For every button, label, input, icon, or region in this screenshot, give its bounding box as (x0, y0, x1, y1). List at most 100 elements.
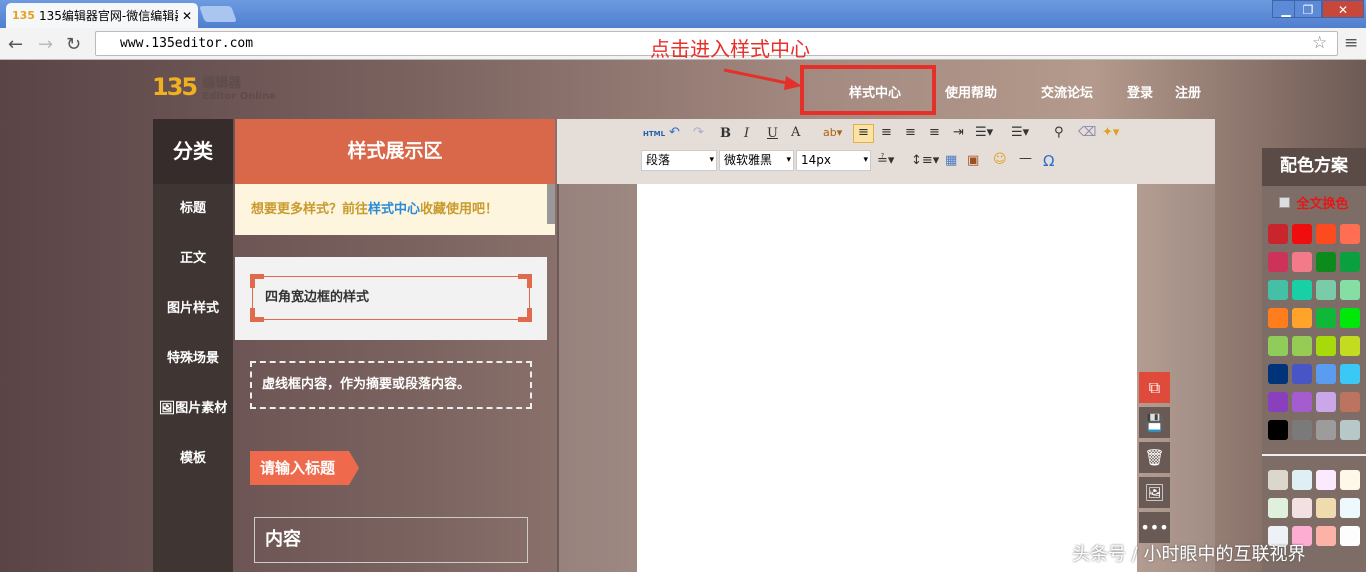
color-swatch[interactable] (1292, 420, 1312, 440)
restore-button[interactable]: ❐ (1294, 0, 1322, 18)
table-icon[interactable]: ▦ (945, 153, 957, 168)
color-swatch[interactable] (1292, 252, 1312, 272)
style-card-content[interactable]: 内容 (254, 517, 528, 563)
size-select[interactable]: 14px (796, 150, 871, 171)
bookmark-star-icon[interactable]: ☆ (1312, 33, 1327, 53)
bullet-list-icon[interactable]: ☰▾ (975, 125, 993, 140)
style-panel-scrollbar[interactable] (547, 184, 555, 224)
color-swatch[interactable] (1316, 392, 1336, 412)
justify-icon[interactable]: ≡ (929, 125, 940, 140)
color-swatch[interactable] (1292, 392, 1312, 412)
color-swatch[interactable] (1340, 392, 1360, 412)
color-swatch[interactable] (1340, 252, 1360, 272)
indent-icon[interactable]: ⇥ (953, 125, 964, 140)
color-swatch[interactable] (1316, 280, 1336, 300)
magic-wand-icon[interactable]: ✦▾ (1102, 125, 1119, 140)
redo-icon[interactable]: ↷ (693, 125, 704, 140)
color-swatch[interactable] (1316, 252, 1336, 272)
color-swatch[interactable] (1292, 364, 1312, 384)
back-icon[interactable]: ← (8, 34, 23, 55)
logo[interactable]: 135 编辑器 Editor Online (152, 72, 276, 102)
color-swatch[interactable] (1268, 420, 1288, 440)
category-body-item[interactable]: 正文 (153, 234, 233, 284)
color-swatch[interactable] (1316, 470, 1336, 490)
color-swatch[interactable] (1316, 308, 1336, 328)
underline-button[interactable]: U (767, 126, 778, 141)
color-swatch[interactable] (1340, 336, 1360, 356)
color-swatch[interactable] (1340, 364, 1360, 384)
align-right-icon[interactable]: ≡ (905, 125, 916, 140)
align-center-icon[interactable]: ≡ (881, 125, 892, 140)
numbered-list-icon[interactable]: ☰▾ (1011, 125, 1029, 140)
category-image-style[interactable]: 图片样式 (153, 284, 233, 334)
color-swatch[interactable] (1292, 308, 1312, 328)
color-swatch[interactable] (1268, 364, 1288, 384)
color-swatch[interactable] (1316, 364, 1336, 384)
italic-button[interactable]: I (744, 126, 749, 141)
find-icon[interactable]: ⚲ (1054, 125, 1064, 140)
nav-style-center[interactable]: 样式中心 (849, 82, 901, 101)
eraser-icon[interactable]: ⌫ (1078, 125, 1096, 140)
nav-help[interactable]: 使用帮助 (945, 82, 997, 101)
reload-icon[interactable]: ↻ (66, 34, 81, 55)
style-card-corner-frame[interactable]: 四角宽边框的样式 (235, 257, 547, 340)
color-swatch[interactable] (1268, 280, 1288, 300)
close-tab-icon[interactable]: ✕ (182, 9, 192, 23)
color-swatch[interactable] (1340, 526, 1360, 546)
color-swatch[interactable] (1268, 470, 1288, 490)
nav-register[interactable]: 注册 (1175, 82, 1201, 101)
color-swatch[interactable] (1340, 280, 1360, 300)
category-image-material[interactable]: 🖼图片素材 (153, 384, 233, 434)
color-swatch[interactable] (1316, 498, 1336, 518)
style-card-title[interactable]: 请输入标题 (250, 451, 360, 485)
nav-login[interactable]: 登录 (1127, 82, 1153, 101)
color-swatch[interactable] (1268, 252, 1288, 272)
category-special[interactable]: 特殊场景 (153, 334, 233, 384)
color-swatch[interactable] (1292, 498, 1312, 518)
paragraph-spacing-icon[interactable]: ≟▾ (877, 153, 894, 168)
font-color-button[interactable]: A (791, 125, 800, 140)
color-swatch[interactable] (1268, 224, 1288, 244)
full-swap-toggle[interactable]: 全文换色 (1262, 186, 1366, 218)
color-swatch[interactable] (1268, 336, 1288, 356)
color-swatch[interactable] (1292, 336, 1312, 356)
align-left-icon[interactable]: ≡ (853, 124, 874, 143)
new-tab-button[interactable] (199, 6, 237, 22)
menu-icon[interactable]: ≡ (1344, 33, 1358, 53)
color-swatch[interactable] (1292, 224, 1312, 244)
forward-icon[interactable]: → (38, 34, 53, 55)
copy-icon[interactable]: ⧉ (1139, 372, 1170, 403)
horizontal-rule-icon[interactable]: — (1019, 151, 1032, 166)
nav-forum[interactable]: 交流论坛 (1041, 82, 1093, 101)
browser-tab[interactable]: 135 135编辑器官网-微信编辑器 ✕ (6, 3, 198, 28)
color-swatch[interactable] (1268, 308, 1288, 328)
style-card-dashed[interactable]: 虚线框内容，作为摘要或段落内容。 (250, 361, 532, 409)
color-swatch[interactable] (1292, 470, 1312, 490)
undo-icon[interactable]: ↶ (669, 125, 680, 140)
line-height-icon[interactable]: ↕≡▾ (911, 153, 939, 168)
paragraph-select[interactable]: 段落 (641, 150, 717, 171)
category-template[interactable]: 模板 (153, 434, 233, 484)
color-swatch[interactable] (1340, 420, 1360, 440)
close-window-button[interactable]: ✕ (1322, 0, 1364, 18)
trash-icon[interactable]: 🗑 (1139, 442, 1170, 473)
color-swatch[interactable] (1316, 336, 1336, 356)
more-icon[interactable]: ••• (1139, 512, 1170, 543)
notice-link[interactable]: 样式中心 (368, 202, 420, 217)
color-swatch[interactable] (1292, 280, 1312, 300)
color-swatch[interactable] (1340, 308, 1360, 328)
color-swatch[interactable] (1340, 470, 1360, 490)
color-swatch[interactable] (1268, 392, 1288, 412)
color-swatch[interactable] (1340, 498, 1360, 518)
special-char-button[interactable]: Ω (1043, 152, 1054, 170)
insert-image-icon[interactable]: ▣ (967, 153, 979, 168)
save-icon[interactable]: 💾 (1139, 407, 1170, 438)
full-swap-checkbox[interactable] (1279, 196, 1291, 208)
image-icon[interactable]: 🖼 (1139, 477, 1170, 508)
highlight-icon[interactable]: ab▾ (823, 126, 842, 139)
emoji-icon[interactable]: ☺ (993, 152, 1007, 167)
color-swatch[interactable] (1340, 224, 1360, 244)
font-select[interactable]: 微软雅黑 (719, 150, 794, 171)
bold-button[interactable]: B (720, 126, 731, 141)
color-swatch[interactable] (1316, 224, 1336, 244)
